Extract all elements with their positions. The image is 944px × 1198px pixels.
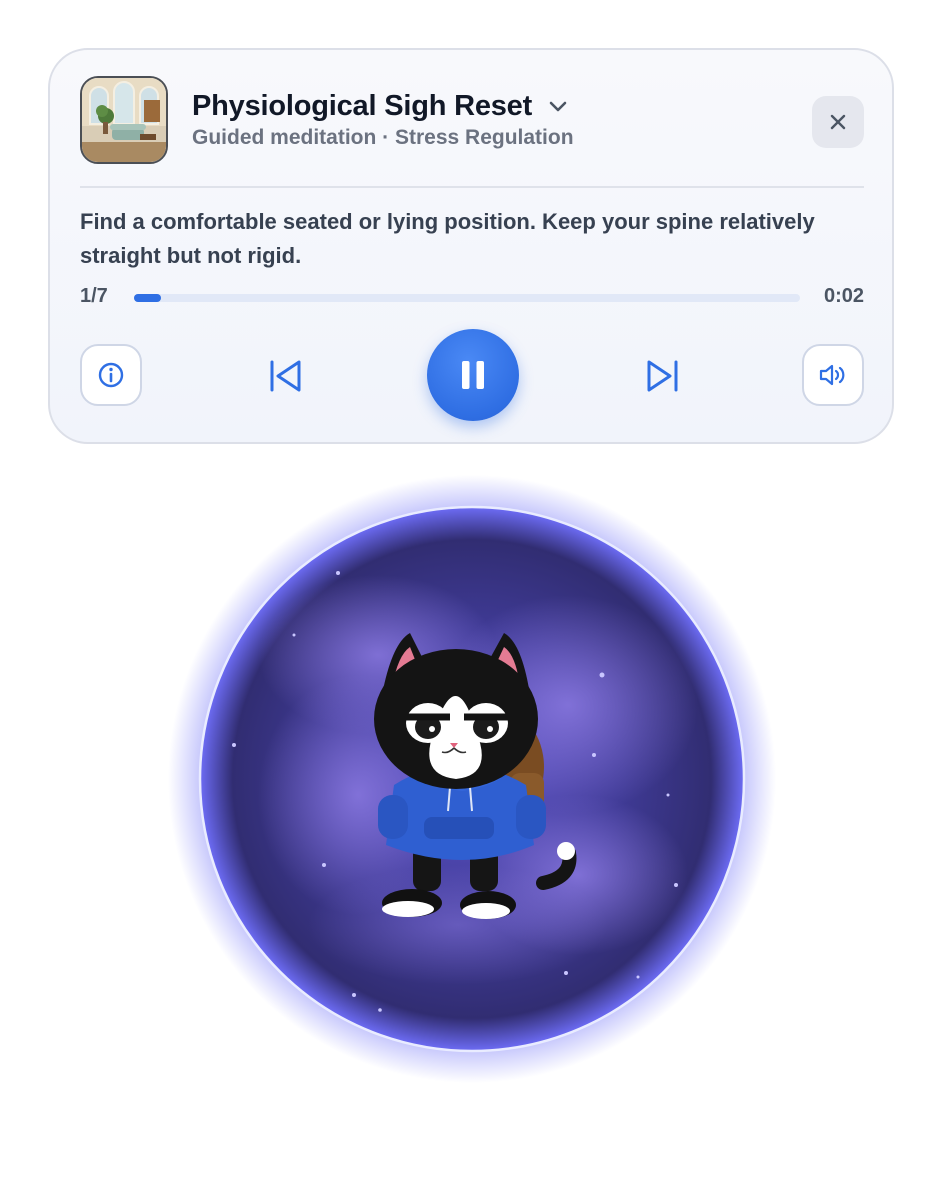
volume-button[interactable]	[802, 344, 864, 406]
close-icon	[830, 114, 846, 130]
skip-next-icon	[647, 360, 678, 392]
next-button[interactable]	[642, 356, 682, 396]
session-title: Physiological Sigh Reset	[192, 90, 533, 122]
progress-track[interactable]	[134, 294, 800, 302]
progress-fill	[134, 294, 161, 302]
info-button[interactable]	[80, 344, 142, 406]
session-subtitle: Guided meditation · Stress Regulation	[192, 126, 574, 149]
chevron-down-icon[interactable]	[548, 97, 568, 117]
breathing-orb	[168, 475, 776, 1083]
elapsed-time: 0:02	[823, 285, 864, 307]
session-thumbnail	[80, 76, 168, 164]
previous-button[interactable]	[266, 356, 306, 396]
pause-button[interactable]	[427, 329, 519, 421]
info-icon	[98, 362, 124, 388]
pause-icon	[462, 361, 484, 389]
skip-previous-icon	[270, 360, 301, 392]
step-instruction: Find a comfortable seated or lying posit…	[80, 209, 815, 268]
divider	[80, 186, 864, 188]
step-counter: 1/7	[80, 285, 108, 307]
close-button[interactable]	[812, 96, 864, 148]
player-card: Physiological Sigh Reset Guided meditati…	[48, 48, 894, 444]
volume-icon	[819, 364, 845, 386]
